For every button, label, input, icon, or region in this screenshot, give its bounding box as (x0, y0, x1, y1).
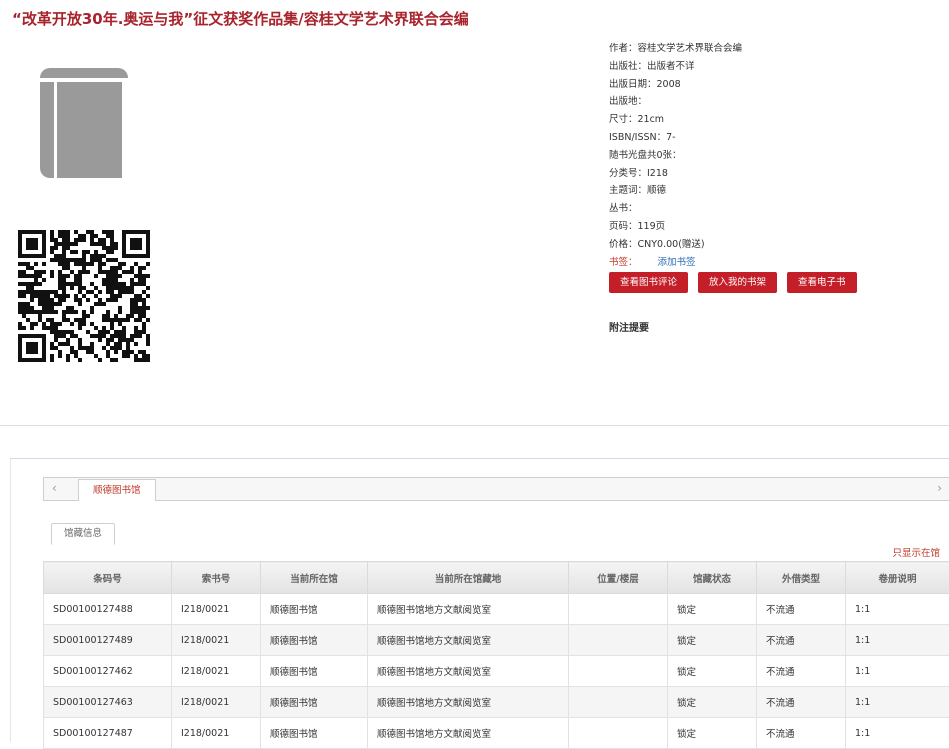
cell-callno: I218/0021 (172, 625, 261, 656)
cell-volume: 1:1 (846, 718, 949, 749)
cell-floor (569, 594, 668, 625)
cell-callno: I218/0021 (172, 594, 261, 625)
col-volume: 卷册说明 (846, 562, 949, 594)
cell-library: 顺德图书馆 (261, 625, 368, 656)
cell-location: 顺德图书馆地方文献阅览室 (368, 718, 569, 749)
cell-location: 顺德图书馆地方文献阅览室 (368, 687, 569, 718)
cell-status: 锁定 (668, 656, 757, 687)
col-floor: 位置/楼层 (569, 562, 668, 594)
cell-barcode: SD00100127488 (44, 594, 172, 625)
cell-barcode: SD00100127463 (44, 687, 172, 718)
cell-status: 锁定 (668, 594, 757, 625)
meta-isbn: ISBN/ISSN：7- (609, 129, 742, 147)
meta-bookmark: 书签： 添加书签 (609, 254, 742, 272)
bookmark-label: 书签： (609, 257, 638, 268)
meta-classno: 分类号：I218 (609, 165, 742, 183)
holdings-panel-body: ‹ 顺德图书馆 › 馆藏信息 只显示在馆 条码号 索书号 当前所在馆 当前所在馆… (10, 459, 949, 742)
meta-size: 尺寸：21cm (609, 111, 742, 129)
chevron-right-icon[interactable]: › (937, 481, 942, 495)
table-row: SD00100127489 I218/0021 顺德图书馆 顺德图书馆地方文献阅… (44, 625, 949, 656)
cell-status: 锁定 (668, 718, 757, 749)
tab-holdings-info[interactable]: 馆藏信息 (51, 523, 115, 545)
notes-heading: 附注提要 (609, 319, 649, 334)
cell-floor (569, 625, 668, 656)
cell-loantype: 不流通 (757, 594, 846, 625)
show-available-only-link[interactable]: 只显示在馆 (892, 545, 940, 559)
cell-loantype: 不流通 (757, 625, 846, 656)
holdings-panel: ‹ 顺德图书馆 › 馆藏信息 只显示在馆 条码号 索书号 当前所在馆 当前所在馆… (10, 458, 949, 742)
cell-floor (569, 656, 668, 687)
meta-series: 丛书： (609, 200, 742, 218)
qr-code (18, 230, 150, 362)
table-row: SD00100127487 I218/0021 顺德图书馆 顺德图书馆地方文献阅… (44, 718, 949, 749)
cell-status: 锁定 (668, 687, 757, 718)
add-to-shelf-button[interactable]: 放入我的书架 (698, 272, 777, 293)
table-row: SD00100127488 I218/0021 顺德图书馆 顺德图书馆地方文献阅… (44, 594, 949, 625)
meta-pubdate: 出版日期：2008 (609, 76, 742, 94)
cell-volume: 1:1 (846, 594, 949, 625)
cell-volume: 1:1 (846, 687, 949, 718)
meta-author: 作者：容桂文学艺术界联合会编 (609, 40, 742, 58)
cell-loantype: 不流通 (757, 656, 846, 687)
add-bookmark-link[interactable]: 添加书签 (658, 257, 696, 268)
table-header-row: 条码号 索书号 当前所在馆 当前所在馆藏地 位置/楼层 馆藏状态 外借类型 卷册… (44, 562, 949, 594)
col-barcode: 条码号 (44, 562, 172, 594)
col-status: 馆藏状态 (668, 562, 757, 594)
table-row: SD00100127462 I218/0021 顺德图书馆 顺德图书馆地方文献阅… (44, 656, 949, 687)
cell-loantype: 不流通 (757, 687, 846, 718)
col-callno: 索书号 (172, 562, 261, 594)
cell-callno: I218/0021 (172, 687, 261, 718)
meta-subject: 主题词：顺德 (609, 182, 742, 200)
cell-loantype: 不流通 (757, 718, 846, 749)
cell-callno: I218/0021 (172, 718, 261, 749)
cell-volume: 1:1 (846, 656, 949, 687)
meta-publisher: 出版社：出版者不详 (609, 58, 742, 76)
tab-library[interactable]: 顺德图书馆 (78, 479, 156, 501)
cell-callno: I218/0021 (172, 656, 261, 687)
col-location: 当前所在馆藏地 (368, 562, 569, 594)
cell-library: 顺德图书馆 (261, 594, 368, 625)
meta-disc: 随书光盘共0张： (609, 147, 742, 165)
cell-barcode: SD00100127462 (44, 656, 172, 687)
action-buttons: 查看图书评论 放入我的书架 查看电子书 (609, 272, 857, 293)
holdings-table: 条码号 索书号 当前所在馆 当前所在馆藏地 位置/楼层 馆藏状态 外借类型 卷册… (43, 561, 949, 749)
cell-status: 锁定 (668, 625, 757, 656)
cell-library: 顺德图书馆 (261, 687, 368, 718)
meta-place: 出版地： (609, 93, 742, 111)
chevron-left-icon[interactable]: ‹ (52, 481, 57, 495)
book-metadata: 作者：容桂文学艺术界联合会编 出版社：出版者不详 出版日期：2008 出版地： … (609, 40, 742, 271)
cell-location: 顺德图书馆地方文献阅览室 (368, 625, 569, 656)
cell-barcode: SD00100127489 (44, 625, 172, 656)
table-row: SD00100127463 I218/0021 顺德图书馆 顺德图书馆地方文献阅… (44, 687, 949, 718)
meta-pages: 页码：119页 (609, 218, 742, 236)
cell-library: 顺德图书馆 (261, 656, 368, 687)
cell-floor (569, 718, 668, 749)
cell-floor (569, 687, 668, 718)
col-library: 当前所在馆 (261, 562, 368, 594)
library-tabstrip: ‹ 顺德图书馆 › (43, 477, 949, 501)
cell-location: 顺德图书馆地方文献阅览室 (368, 594, 569, 625)
col-loantype: 外借类型 (757, 562, 846, 594)
cell-barcode: SD00100127487 (44, 718, 172, 749)
section-divider (0, 425, 949, 426)
cell-volume: 1:1 (846, 625, 949, 656)
meta-price: 价格：CNY0.00(赠送) (609, 236, 742, 254)
cell-location: 顺德图书馆地方文献阅览室 (368, 656, 569, 687)
book-cover-icon (38, 68, 130, 178)
view-ebook-button[interactable]: 查看电子书 (787, 272, 857, 293)
book-title: “改革开放30年.奥运与我”征文获奖作品集/容桂文学艺术界联合会编 (12, 8, 469, 29)
cell-library: 顺德图书馆 (261, 718, 368, 749)
view-review-button[interactable]: 查看图书评论 (609, 272, 688, 293)
